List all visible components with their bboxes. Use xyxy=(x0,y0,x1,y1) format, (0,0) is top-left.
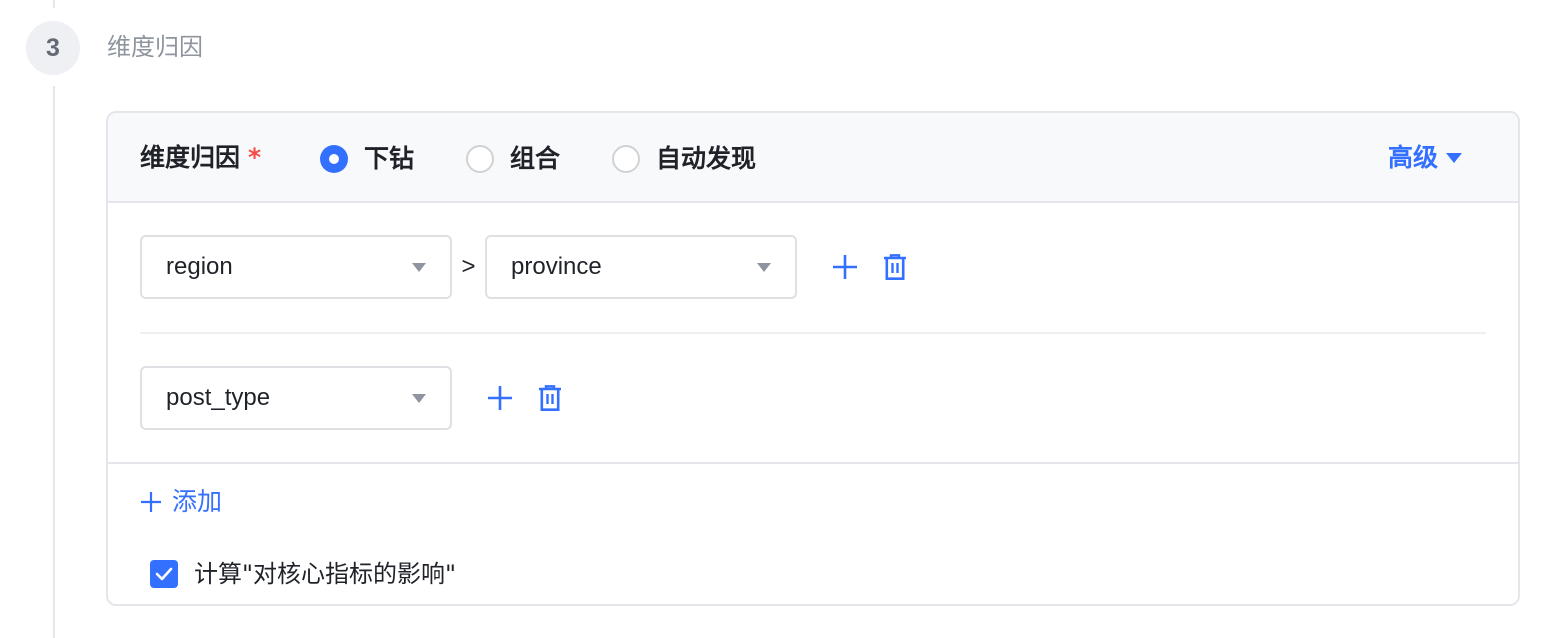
section-divider xyxy=(108,462,1518,464)
advanced-label: 高级 xyxy=(1387,143,1438,172)
caret-down-icon xyxy=(412,393,426,403)
checkbox-box xyxy=(150,560,178,588)
step-connector-top xyxy=(53,0,55,8)
step-connector-bottom xyxy=(53,86,55,638)
field-label: 维度归因 * xyxy=(140,141,261,175)
radio-drilldown[interactable]: 下钻 xyxy=(320,142,414,176)
radio-dot xyxy=(320,145,348,173)
radio-auto-discover[interactable]: 自动发现 xyxy=(612,142,756,176)
select-value: province xyxy=(511,253,602,280)
radio-dot xyxy=(612,145,640,173)
plus-icon xyxy=(488,386,512,410)
page: 3 维度归因 维度归因 * 下钻 组合 自动发现 高级 region > pro… xyxy=(0,0,1556,638)
step-number-badge: 3 xyxy=(26,21,80,75)
plus-icon xyxy=(833,255,857,279)
add-level-button[interactable] xyxy=(829,251,861,283)
add-dimension-button[interactable]: 添加 xyxy=(140,485,222,519)
caret-down-icon xyxy=(1446,153,1462,163)
add-level-button[interactable] xyxy=(484,382,516,414)
check-icon xyxy=(155,567,173,581)
impact-checkbox[interactable]: 计算"对核心指标的影响" xyxy=(150,557,456,591)
drilldown-separator: > xyxy=(461,253,476,280)
trash-icon xyxy=(884,254,906,280)
checkbox-label: 计算"对核心指标的影响" xyxy=(194,560,457,588)
trash-icon xyxy=(539,385,561,411)
dimension-row: region > province xyxy=(140,235,909,299)
delete-row-button[interactable] xyxy=(881,251,909,283)
dimension-select[interactable]: post_type xyxy=(140,366,452,430)
radio-label: 下钻 xyxy=(364,144,415,173)
field-label-text: 维度归因 xyxy=(140,143,241,172)
dimension-attribution-card: 维度归因 * 下钻 组合 自动发现 高级 region > province p… xyxy=(106,111,1520,606)
caret-down-icon xyxy=(757,262,771,272)
radio-dot xyxy=(466,145,494,173)
required-star: * xyxy=(248,143,262,172)
radio-label: 自动发现 xyxy=(656,144,757,173)
radio-combination[interactable]: 组合 xyxy=(466,142,560,176)
row-divider xyxy=(140,332,1486,334)
card-header: 维度归因 * 下钻 组合 自动发现 高级 xyxy=(108,113,1518,203)
radio-label: 组合 xyxy=(510,144,561,173)
step-title: 维度归因 xyxy=(107,33,203,61)
dimension-select[interactable]: province xyxy=(485,235,797,299)
delete-row-button[interactable] xyxy=(536,382,564,414)
caret-down-icon xyxy=(412,262,426,272)
plus-icon xyxy=(141,492,161,512)
advanced-toggle[interactable]: 高级 xyxy=(1388,141,1462,175)
dimension-select[interactable]: region xyxy=(140,235,452,299)
select-value: region xyxy=(166,253,233,280)
add-dimension-label: 添加 xyxy=(172,487,223,516)
select-value: post_type xyxy=(166,384,271,411)
dimension-row: post_type xyxy=(140,366,564,430)
